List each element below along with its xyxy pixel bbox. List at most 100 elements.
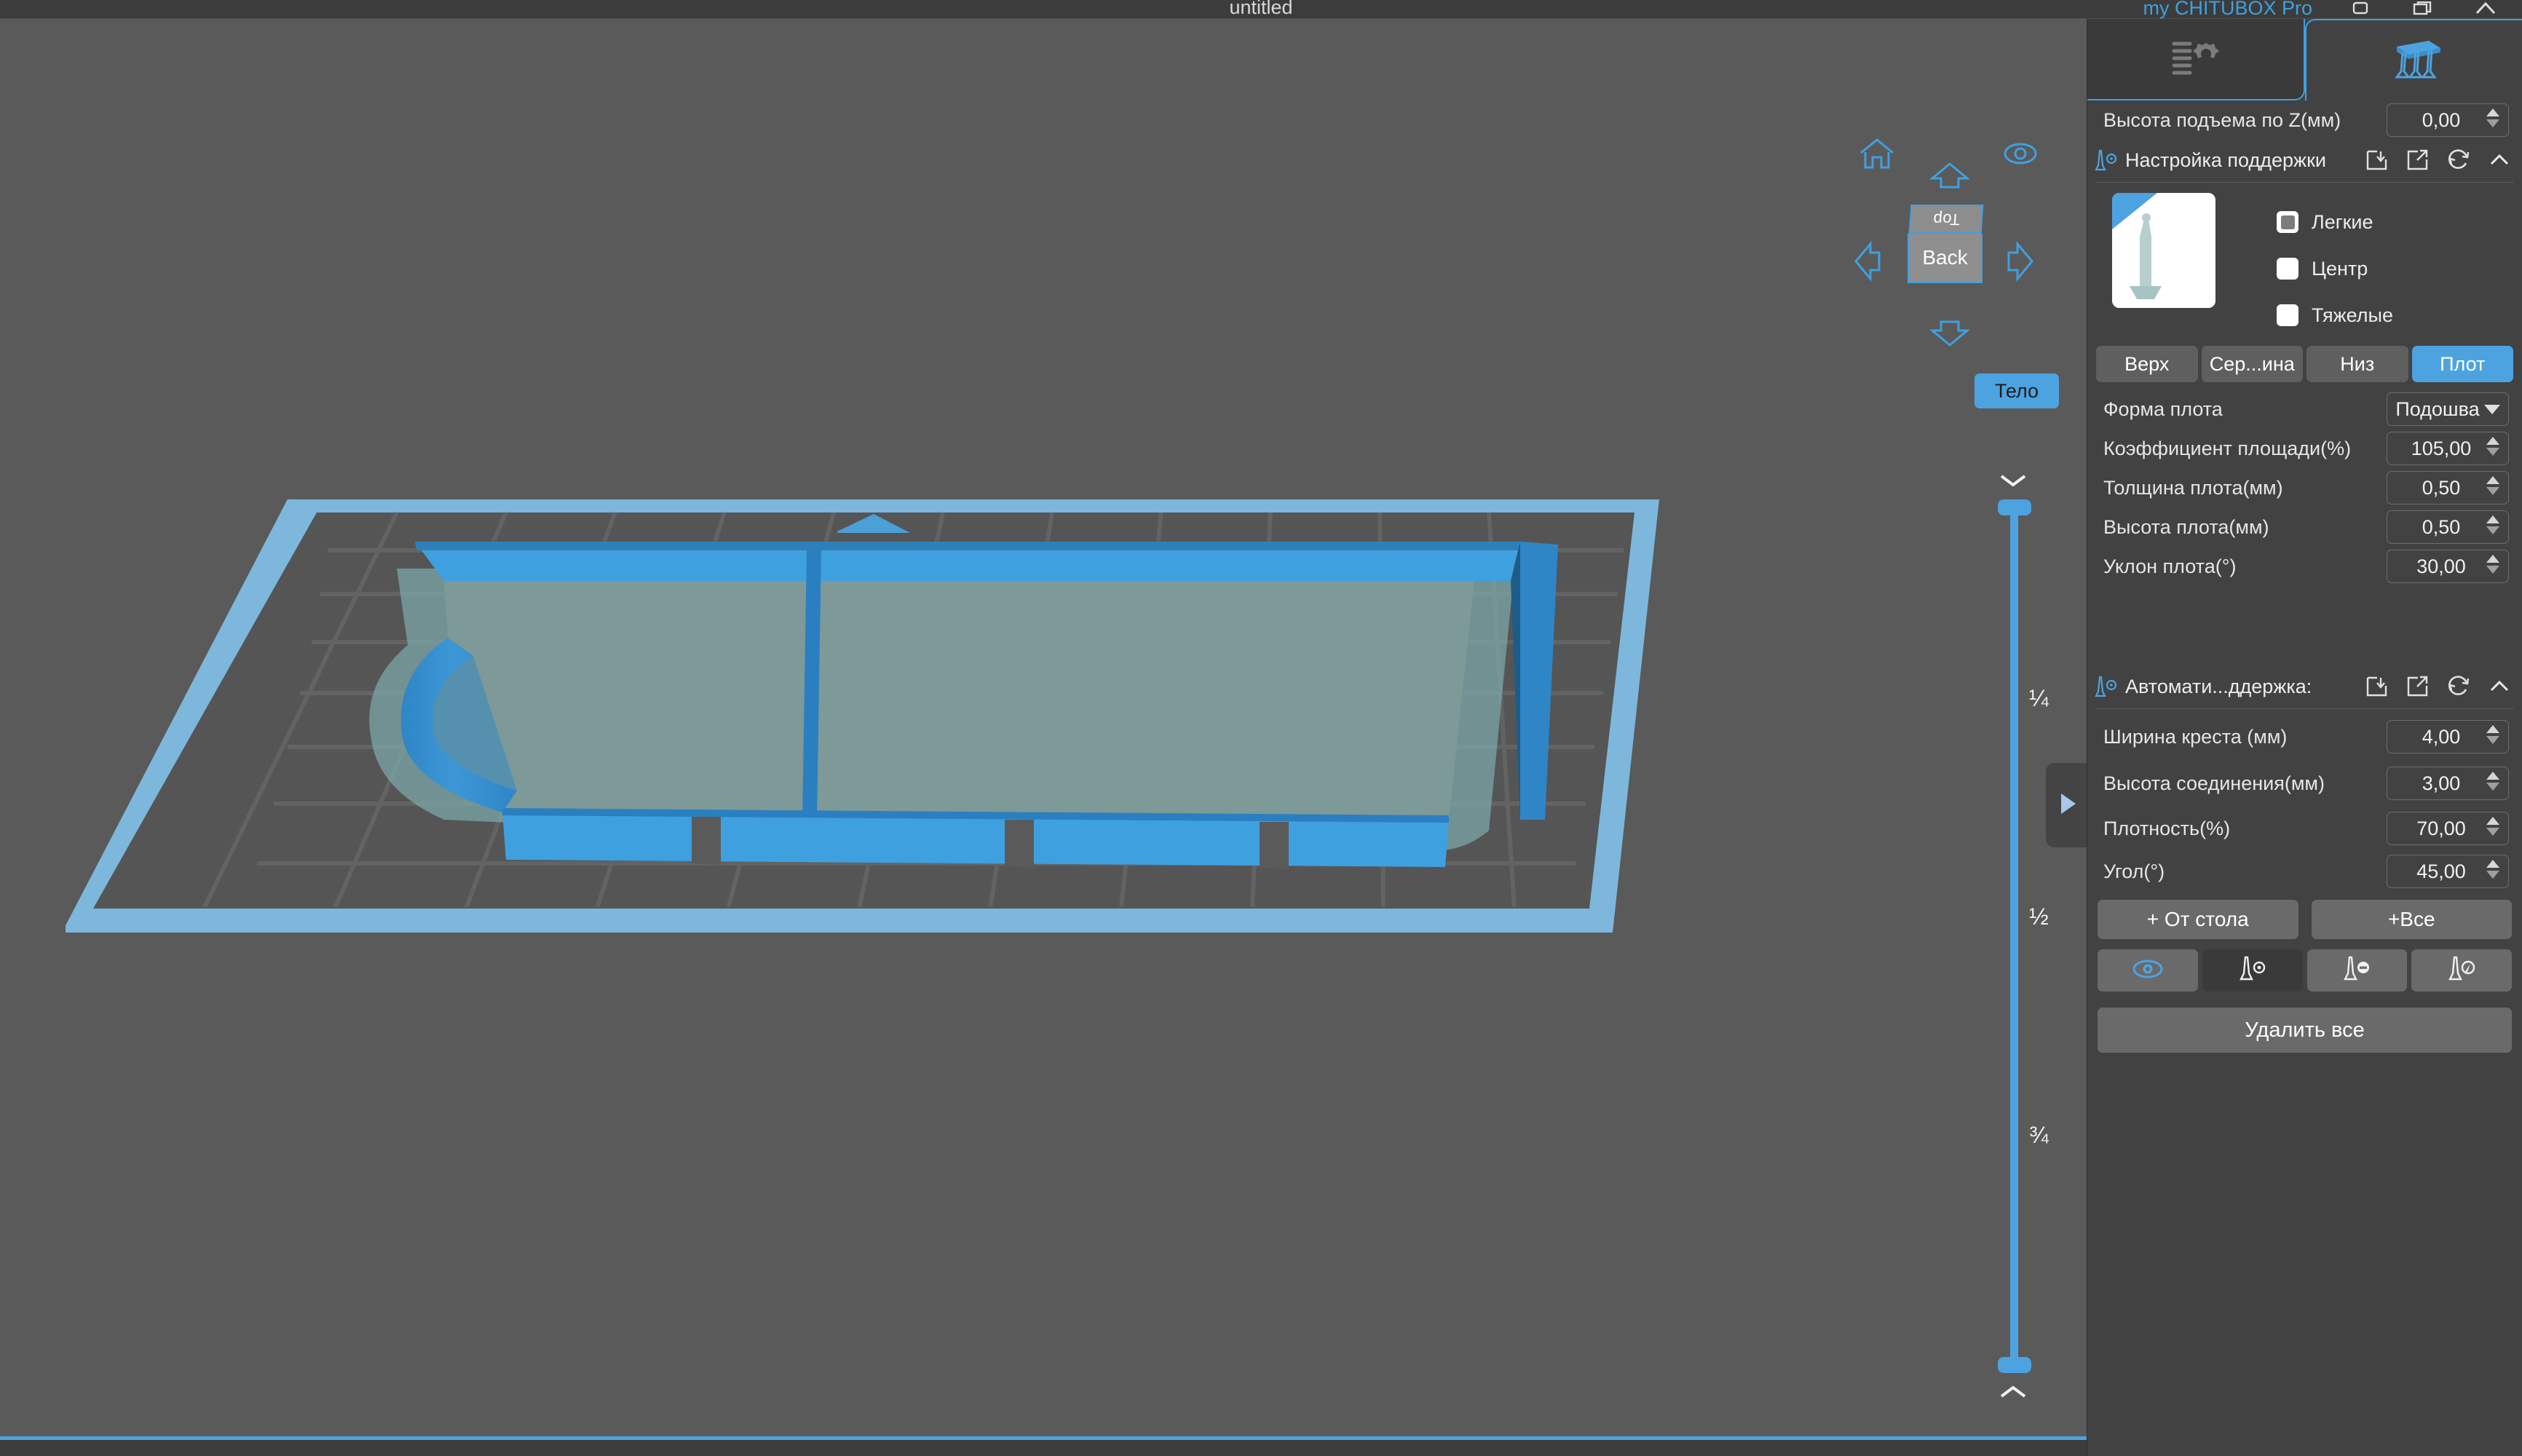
slider-handle-top[interactable] (1998, 499, 2031, 515)
support-settings-header: Настройка поддержки (2090, 140, 2519, 181)
tab-supports[interactable] (2304, 19, 2522, 100)
cross-width-row: Ширина креста (мм) 4,00 (2090, 713, 2519, 760)
segment-raft[interactable]: Плот (2411, 346, 2513, 382)
edit-support-icon (2445, 954, 2478, 987)
stepper-up-icon[interactable] (2486, 476, 2499, 484)
support-part-tabs: Верх Сер...ина Низ Плот (2090, 343, 2519, 389)
stepper-up-icon[interactable] (2486, 817, 2499, 825)
raft-thickness-stepper[interactable]: 0,50 (2387, 471, 2509, 505)
checkbox-light[interactable]: Легкие (2277, 199, 2393, 245)
density-row: Плотность(%) 70,00 (2090, 807, 2519, 850)
density-stepper[interactable]: 70,00 (2387, 812, 2509, 845)
support-settings-title: Настройка поддержки (2125, 149, 2326, 171)
add-from-platform-button[interactable]: + От стола (2098, 900, 2298, 939)
stepper-up-icon[interactable] (2486, 437, 2499, 445)
stepper-arrows[interactable] (2486, 860, 2499, 879)
view-cube-top-face[interactable]: Top (1908, 205, 1984, 234)
export-icon[interactable] (2406, 148, 2430, 173)
close-icon[interactable] (2471, 1, 2500, 17)
home-icon[interactable] (1857, 135, 1897, 172)
cross-width-stepper[interactable]: 4,00 (2387, 720, 2509, 753)
raft-area-stepper[interactable]: 105,00 (2387, 432, 2509, 465)
sliders-gear-icon (2170, 37, 2221, 82)
segment-bottom[interactable]: Низ (2306, 346, 2408, 382)
checkbox-heavy-box[interactable] (2277, 304, 2298, 326)
view-cube[interactable]: Top Back (1908, 205, 1988, 285)
segment-top[interactable]: Верх (2096, 346, 2198, 382)
chevron-up-icon[interactable] (1997, 1382, 2029, 1402)
add-support-button[interactable] (2202, 949, 2303, 992)
stepper-up-icon[interactable] (2486, 108, 2499, 116)
stepper-up-icon[interactable] (2486, 725, 2499, 733)
support-tool-bar (2090, 939, 2519, 992)
stepper-arrows[interactable] (2486, 555, 2499, 574)
raft-slope-stepper[interactable]: 30,00 (2387, 550, 2509, 583)
checkbox-medium-box[interactable] (2277, 258, 2298, 280)
stepper-arrows[interactable] (2486, 817, 2499, 836)
arrow-right-icon[interactable] (2006, 241, 2035, 282)
divider (2096, 708, 2513, 709)
arrow-up-icon[interactable] (1929, 161, 1970, 190)
panel-collapse-toggle[interactable] (2046, 763, 2087, 847)
stepper-up-icon[interactable] (2486, 515, 2499, 523)
checkbox-medium[interactable]: Центр (2277, 245, 2393, 292)
viewport-3d[interactable]: Top Back Тело ¼ ½ ¾ (0, 19, 2087, 1456)
stepper-down-icon[interactable] (2486, 871, 2499, 879)
chevron-down-icon[interactable] (1997, 470, 2029, 491)
stepper-down-icon[interactable] (2486, 736, 2499, 744)
reset-icon[interactable] (2446, 674, 2471, 699)
stepper-down-icon[interactable] (2486, 783, 2499, 791)
body-button[interactable]: Тело (1974, 373, 2059, 408)
angle-stepper[interactable]: 45,00 (2387, 855, 2509, 888)
stepper-arrows[interactable] (2486, 515, 2499, 534)
segment-middle[interactable]: Сер...ина (2201, 346, 2303, 382)
window-title: untitled (1229, 0, 1293, 18)
stepper-arrows[interactable] (2486, 476, 2499, 495)
raft-height-stepper[interactable]: 0,50 (2387, 510, 2509, 544)
collapse-icon[interactable] (2487, 148, 2512, 173)
checkbox-light-label: Легкие (2312, 210, 2373, 233)
stepper-down-icon[interactable] (2486, 487, 2499, 495)
arrow-left-icon[interactable] (1853, 241, 1882, 282)
import-icon[interactable] (2365, 674, 2389, 699)
stepper-arrows[interactable] (2486, 108, 2499, 127)
add-all-button[interactable]: +Все (2311, 900, 2512, 939)
import-icon[interactable] (2365, 148, 2389, 173)
delete-all-button[interactable]: Удалить все (2098, 1008, 2512, 1053)
stepper-down-icon[interactable] (2486, 566, 2499, 574)
stepper-down-icon[interactable] (2486, 828, 2499, 836)
stepper-up-icon[interactable] (2486, 772, 2499, 780)
divider (2096, 182, 2513, 183)
stepper-down-icon[interactable] (2486, 526, 2499, 534)
stepper-arrows[interactable] (2486, 772, 2499, 791)
view-cube-front-face[interactable]: Back (1908, 234, 1983, 283)
raft-shape-dropdown[interactable]: Подошва (2387, 392, 2509, 426)
z-lift-stepper[interactable]: 0,00 (2387, 103, 2509, 137)
show-supports-button[interactable] (2098, 949, 2198, 992)
support-preview-row: Легкие Центр Тяжелые (2090, 187, 2519, 343)
checkbox-heavy[interactable]: Тяжелые (2277, 292, 2393, 339)
maximize-icon[interactable] (2408, 1, 2438, 17)
slider-track[interactable] (2010, 507, 2018, 1366)
stepper-arrows[interactable] (2486, 437, 2499, 456)
eye-icon[interactable] (2002, 141, 2039, 166)
export-icon[interactable] (2406, 674, 2430, 699)
edit-support-button[interactable] (2411, 949, 2512, 992)
tab-settings[interactable] (2087, 19, 2305, 100)
remove-support-button[interactable] (2306, 949, 2408, 992)
collapse-icon[interactable] (2487, 674, 2512, 699)
stepper-arrows[interactable] (2486, 725, 2499, 744)
stepper-down-icon[interactable] (2486, 119, 2499, 127)
reset-icon[interactable] (2446, 148, 2471, 173)
arrow-down-icon[interactable] (1929, 319, 1970, 348)
cross-width-label: Ширина креста (мм) (2103, 725, 2288, 748)
slider-handle-bottom[interactable] (1998, 1357, 2031, 1373)
supports-icon (2384, 36, 2445, 85)
layer-range-slider[interactable]: ¼ ½ ¾ (1984, 470, 2049, 1402)
stepper-up-icon[interactable] (2486, 555, 2499, 563)
stepper-down-icon[interactable] (2486, 448, 2499, 456)
connection-height-stepper[interactable]: 3,00 (2387, 767, 2509, 800)
checkbox-light-box[interactable] (2277, 211, 2298, 233)
stepper-up-icon[interactable] (2486, 860, 2499, 868)
minimize-icon[interactable] (2346, 1, 2375, 17)
